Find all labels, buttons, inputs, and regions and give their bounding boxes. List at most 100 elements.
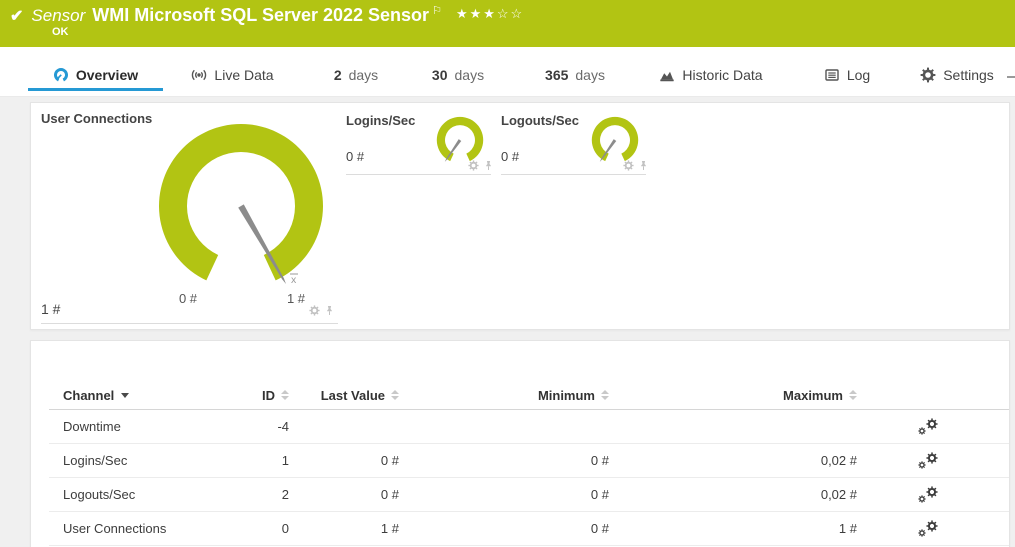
- tab-number: 30: [432, 67, 448, 83]
- primary-gauge-title: User Connections: [41, 111, 152, 126]
- tab-live-data[interactable]: Live Data: [185, 47, 280, 96]
- prtg-sensor-page: ✔ Sensor WMI Microsoft SQL Server 2022 S…: [0, 0, 1015, 547]
- channel-name: User Connections: [49, 521, 249, 536]
- log-icon: [824, 67, 840, 83]
- divider: [346, 174, 491, 175]
- channel-maximum: 1 #: [619, 521, 867, 536]
- column-header-id[interactable]: ID: [249, 388, 299, 403]
- mean-marker: x: [291, 274, 297, 286]
- channel-maximum: 0,02 #: [619, 453, 867, 468]
- tab-label: Overview: [76, 67, 138, 83]
- channel-name: Logouts/Sec: [49, 487, 249, 502]
- channel-last-value: 0 #: [299, 453, 409, 468]
- priority-stars[interactable]: ★★★☆☆: [456, 6, 524, 22]
- divider: [41, 323, 338, 324]
- content-area: User Connections x 0 # 1 # 1 # Logins/Se…: [0, 97, 1015, 547]
- column-header-last-value[interactable]: Last Value: [299, 388, 409, 403]
- channel-maximum: 0,02 #: [619, 487, 867, 502]
- tab-historic-data[interactable]: Historic Data: [650, 47, 772, 96]
- gauge-actions: [309, 305, 335, 316]
- channel-minimum: 0 #: [409, 521, 619, 536]
- logouts-gauge-title: Logouts/Sec: [501, 113, 579, 128]
- table-row-downtime[interactable]: Downtime -4: [49, 410, 1009, 444]
- tab-overview[interactable]: Overview: [28, 47, 163, 96]
- pin-icon[interactable]: [638, 160, 649, 171]
- logins-gauge-value: 0 #: [346, 149, 364, 164]
- primary-gauge-value: 1 #: [41, 301, 60, 317]
- channel-last-value: 0 #: [299, 487, 409, 502]
- table-row-logouts-sec[interactable]: Logouts/Sec 2 0 # 0 # 0,02 #: [49, 478, 1009, 512]
- tab-settings[interactable]: Settings: [916, 47, 998, 96]
- channel-id: 1: [249, 453, 299, 468]
- channel-last-value: 1 #: [299, 521, 409, 536]
- gear-icon[interactable]: [468, 160, 479, 171]
- pin-icon[interactable]: [324, 305, 335, 316]
- logins-gauge-title: Logins/Sec: [346, 113, 415, 128]
- tab-365-days[interactable]: 365 days: [537, 47, 613, 96]
- divider: [501, 174, 646, 175]
- table-header-row: Channel ID Last Value Minimum: [49, 381, 1009, 410]
- sort-icon: [281, 390, 289, 400]
- tab-overflow-indicator[interactable]: [1007, 76, 1015, 78]
- channel-minimum: 0 #: [409, 453, 619, 468]
- channel-settings-gears-icon[interactable]: [918, 452, 938, 469]
- column-label: Last Value: [321, 388, 385, 403]
- tab-30-days[interactable]: 30 days: [424, 47, 492, 96]
- channel-name: Downtime: [49, 419, 249, 434]
- tab-bar: Overview Live Data 2 days 30 days 365 da…: [0, 47, 1015, 97]
- channel-name: Logins/Sec: [49, 453, 249, 468]
- column-label: Channel: [63, 388, 114, 403]
- channel-settings-gears-icon[interactable]: [918, 418, 938, 435]
- tab-label: days: [349, 67, 379, 83]
- column-header-minimum[interactable]: Minimum: [409, 388, 619, 403]
- gear-icon[interactable]: [309, 305, 320, 316]
- gauge-icon: [53, 67, 69, 83]
- table-row-user-connections[interactable]: User Connections 0 1 # 0 # 1 #: [49, 512, 1009, 546]
- sensor-header: ✔ Sensor WMI Microsoft SQL Server 2022 S…: [0, 0, 1015, 47]
- gauge-actions: [623, 160, 649, 171]
- tab-label: Log: [847, 67, 870, 83]
- channel-id: 2: [249, 487, 299, 502]
- gear-icon[interactable]: [623, 160, 634, 171]
- channel-id: 0: [249, 521, 299, 536]
- tab-label: Historic Data: [682, 67, 762, 83]
- pin-icon[interactable]: [483, 160, 494, 171]
- historic-chart-icon: [659, 67, 675, 83]
- tab-log[interactable]: Log: [818, 47, 876, 96]
- sort-icon: [601, 390, 609, 400]
- gauge-min-label: 0 #: [171, 291, 205, 306]
- gauges-panel: User Connections x 0 # 1 # 1 # Logins/Se…: [30, 102, 1010, 330]
- column-label: Minimum: [538, 388, 595, 403]
- column-label: Maximum: [783, 388, 843, 403]
- tab-number: 2: [334, 67, 342, 83]
- sensor-title: WMI Microsoft SQL Server 2022 Sensor: [92, 5, 429, 26]
- channel-table: Channel ID Last Value Minimum: [49, 381, 1009, 546]
- gauge-actions: [468, 160, 494, 171]
- channel-settings-gears-icon[interactable]: [918, 520, 938, 537]
- column-header-channel[interactable]: Channel: [49, 388, 249, 403]
- channel-minimum: 0 #: [409, 487, 619, 502]
- user-connections-gauge: x: [141, 109, 341, 309]
- column-header-maximum[interactable]: Maximum: [619, 388, 867, 403]
- status-ok-check-icon: ✔: [10, 6, 23, 26]
- gauge-max-label: 1 #: [279, 291, 313, 306]
- channel-id: -4: [249, 419, 299, 434]
- object-kind-label: Sensor: [31, 6, 85, 26]
- channel-settings-gears-icon[interactable]: [918, 486, 938, 503]
- tab-2-days[interactable]: 2 days: [325, 47, 387, 96]
- column-label: ID: [262, 388, 275, 403]
- tab-label: Live Data: [214, 67, 273, 83]
- sort-desc-icon: [121, 393, 129, 398]
- logouts-gauge-value: 0 #: [501, 149, 519, 164]
- tab-label: Settings: [943, 67, 994, 83]
- tab-label: days: [455, 67, 485, 83]
- sensor-status-text: OK: [52, 26, 69, 38]
- tab-label: days: [575, 67, 605, 83]
- sort-icon: [849, 390, 857, 400]
- tab-number: 365: [545, 67, 568, 83]
- flag-icon[interactable]: ⚐: [432, 4, 442, 17]
- sort-icon: [391, 390, 399, 400]
- live-data-icon: [191, 67, 207, 83]
- gear-icon: [920, 67, 936, 83]
- table-row-logins-sec[interactable]: Logins/Sec 1 0 # 0 # 0,02 #: [49, 444, 1009, 478]
